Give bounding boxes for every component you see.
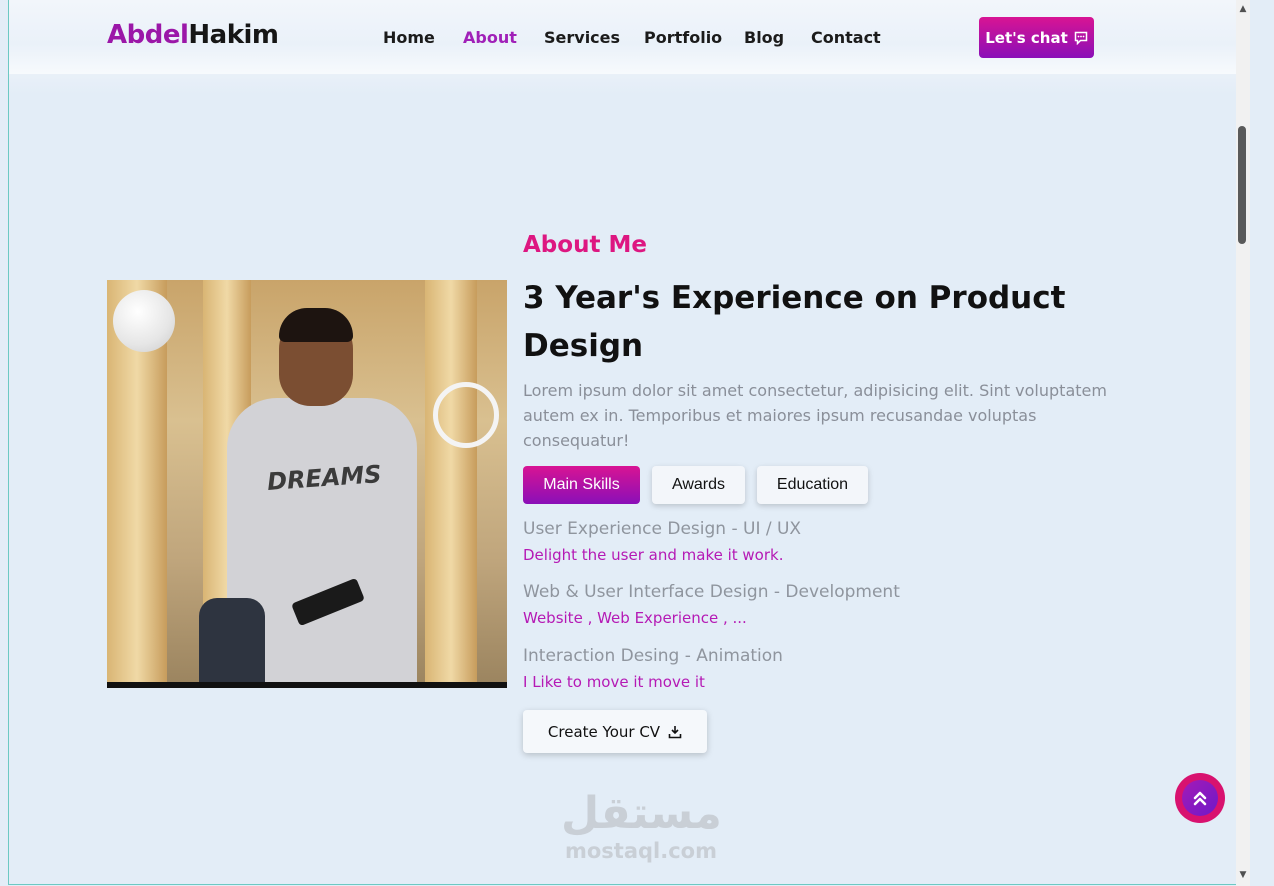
scroll-down-arrow-icon[interactable]: ▼ [1236, 868, 1250, 882]
nav-home[interactable]: Home [383, 28, 435, 47]
back-to-top-button[interactable] [1175, 773, 1225, 823]
about-description: Lorem ipsum dolor sit amet consectetur, … [523, 381, 1107, 450]
skill-subtitle: Delight the user and make it work. [523, 546, 784, 564]
scroll-up-arrow-icon[interactable]: ▲ [1236, 2, 1250, 16]
about-kicker: About Me [523, 232, 647, 258]
chat-label: Let's chat [985, 28, 1068, 47]
tab-awards[interactable]: Awards [652, 466, 745, 504]
nav-portfolio[interactable]: Portfolio [644, 28, 722, 47]
site-logo[interactable]: AbdelHakim [107, 20, 279, 50]
create-cv-button[interactable]: Create Your CV [523, 710, 707, 753]
profile-photo: DREAMS [107, 280, 507, 688]
scrollbar-thumb[interactable] [1238, 126, 1246, 244]
skill-title: Interaction Desing - Animation [523, 646, 783, 666]
nav-services[interactable]: Services [544, 28, 620, 47]
about-title: 3 Year's Experience on Product Design [523, 280, 1066, 364]
navbar-shadow [9, 74, 1237, 94]
double-chevron-up-icon [1193, 791, 1207, 806]
lets-chat-button[interactable]: Let's chat [979, 17, 1094, 58]
nav-contact[interactable]: Contact [811, 28, 881, 47]
logo-second: Hakim [188, 20, 279, 50]
skill-subtitle: I Like to move it move it [523, 673, 705, 691]
chat-bubble-icon [1074, 31, 1087, 45]
skill-subtitle: Website , Web Experience , ... [523, 609, 747, 627]
watermark-latin: mostaql.com [565, 839, 717, 863]
watermark: مستقل mostaql.com [561, 788, 722, 864]
photo-pillar [425, 280, 477, 682]
download-icon [668, 725, 682, 738]
logo-first: Abdel [107, 20, 189, 50]
back-to-top-inner [1182, 780, 1218, 816]
photo-backpack [199, 598, 265, 682]
cv-label: Create Your CV [547, 722, 661, 741]
watermark-arabic: مستقل [561, 788, 722, 839]
decor-ball [113, 290, 175, 352]
page-frame: AbdelHakim Home About Services Portfolio… [8, 0, 1238, 885]
tab-education[interactable]: Education [757, 466, 868, 504]
navbar: AbdelHakim Home About Services Portfolio… [9, 0, 1237, 74]
decor-ring [433, 382, 499, 448]
photo-person-hair [279, 308, 353, 342]
nav-about[interactable]: About [463, 28, 517, 47]
skill-title: Web & User Interface Design - Developmen… [523, 582, 900, 602]
nav-blog[interactable]: Blog [744, 28, 784, 47]
tab-main-skills[interactable]: Main Skills [523, 466, 640, 504]
skill-title: User Experience Design - UI / UX [523, 519, 802, 539]
